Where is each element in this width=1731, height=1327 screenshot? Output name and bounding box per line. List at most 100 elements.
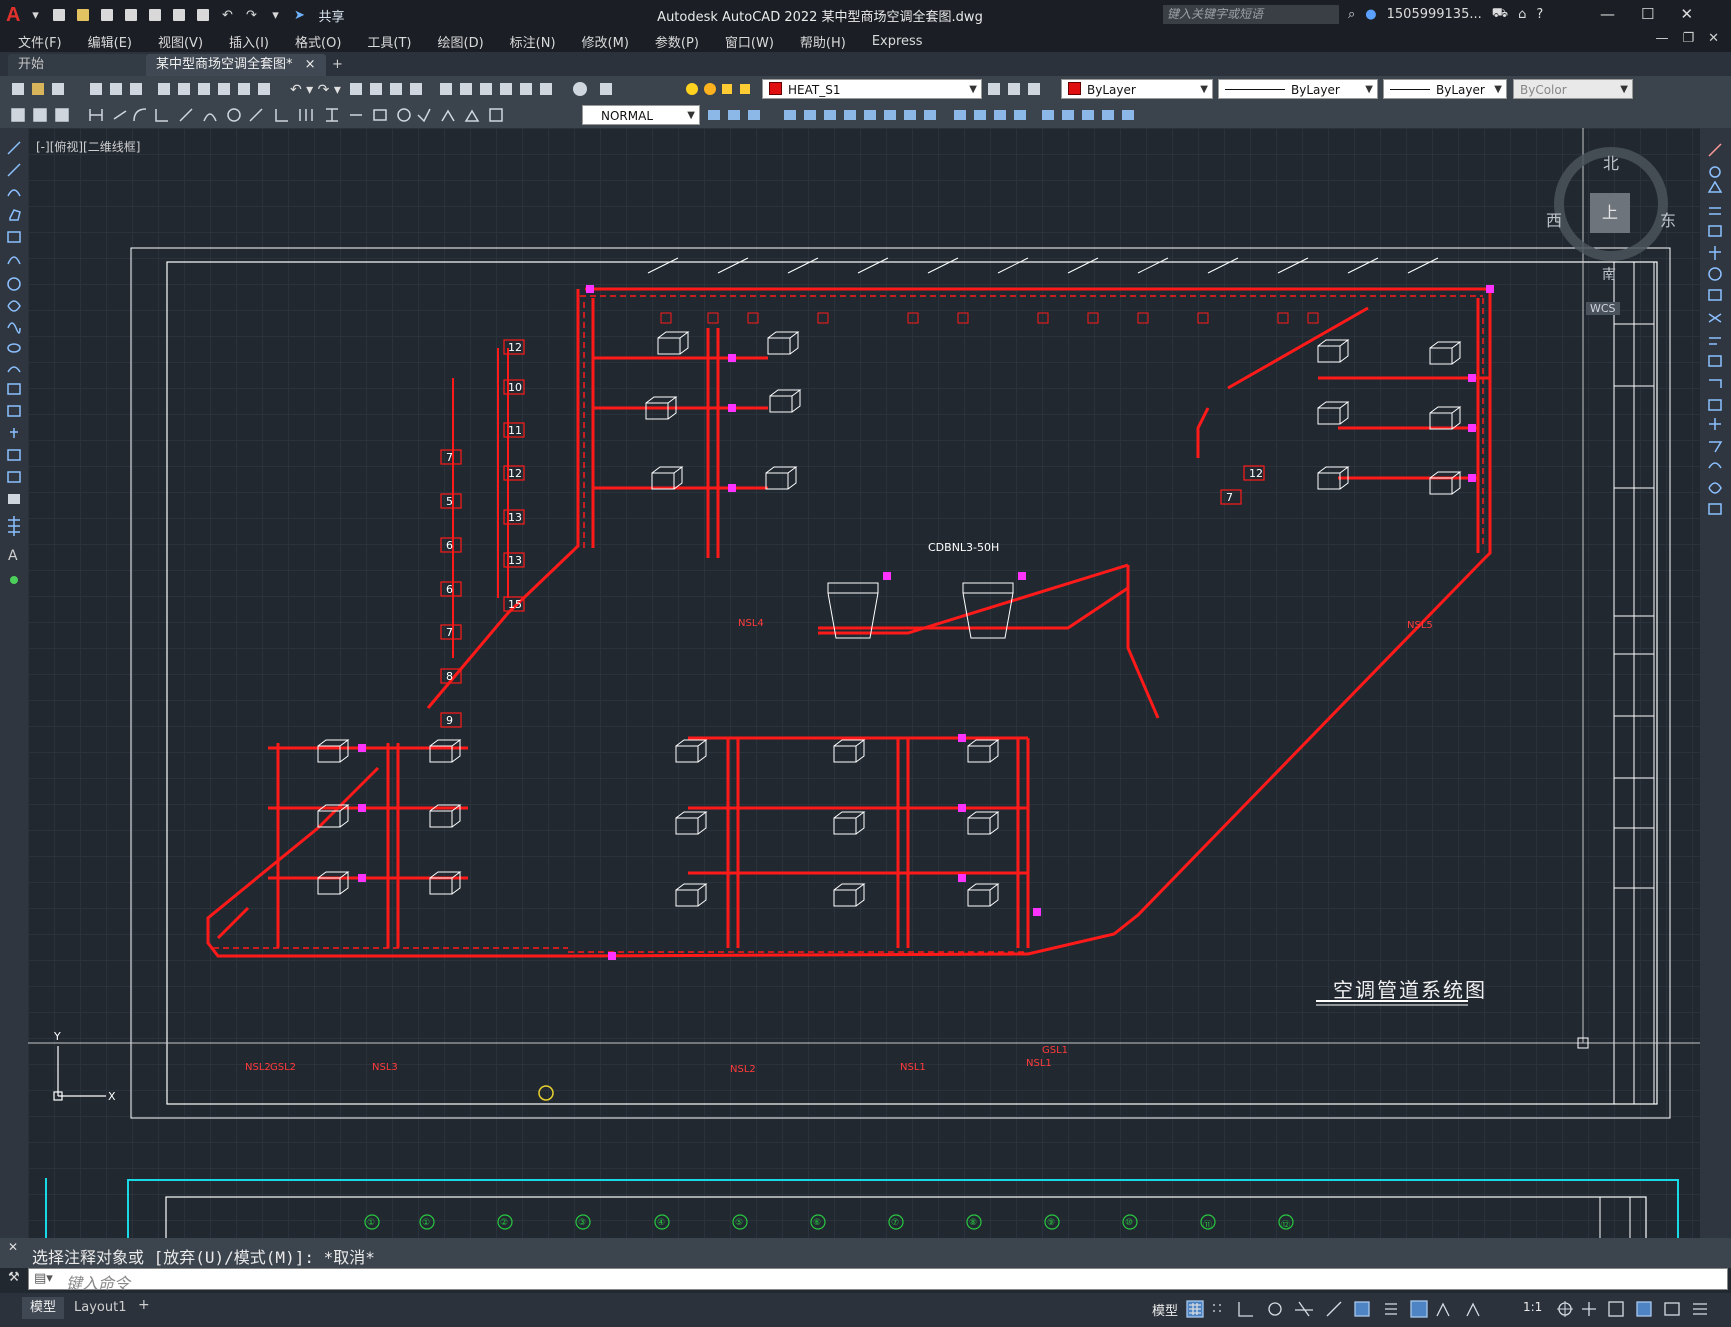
menu-insert[interactable]: 插入(I) xyxy=(229,32,269,51)
riser-label: 7 xyxy=(1226,491,1233,504)
color-value: ByLayer xyxy=(1087,83,1136,97)
chevron-down-icon: ▼ xyxy=(1200,84,1208,95)
dimstyle-value: NORMAL xyxy=(601,109,654,123)
doc-minimize-icon[interactable]: — xyxy=(1655,31,1668,46)
riser-label: 11 xyxy=(508,424,522,437)
add-layout-button[interactable]: + xyxy=(138,1297,150,1313)
pipe-label: NSL3 xyxy=(372,1062,398,1073)
axis-bubble-label: ⑥ xyxy=(813,1218,822,1228)
doc-restore-icon[interactable]: ❐ xyxy=(1682,31,1694,46)
user-name[interactable]: 1505999135... xyxy=(1387,7,1482,22)
riser-label: 6 xyxy=(446,539,453,552)
layout-tab-model[interactable]: 模型 xyxy=(22,1297,65,1319)
menu-dimension[interactable]: 标注(N) xyxy=(510,32,556,51)
chevron-down-icon: ▼ xyxy=(1365,84,1373,95)
layer-dropdown[interactable]: HEAT_S1 ▼ xyxy=(762,79,982,99)
layer-state-icons[interactable] xyxy=(684,81,764,97)
command-close-icon[interactable]: ✕ xyxy=(8,1240,18,1254)
autodesk-account-icon[interactable]: ⌂ xyxy=(1518,7,1526,22)
new-file-icon[interactable] xyxy=(50,7,68,23)
menu-modify[interactable]: 修改(M) xyxy=(582,32,629,51)
pipe-label: NSL1 xyxy=(1026,1058,1052,1069)
undo-icon[interactable]: ↶ xyxy=(218,7,236,23)
redo-icon[interactable]: ↷ xyxy=(242,7,260,23)
app-menu-chevron-icon[interactable]: ▾ xyxy=(26,7,44,23)
help-icon[interactable]: ? xyxy=(1536,7,1543,22)
tab-start[interactable]: 开始 xyxy=(8,54,148,76)
tab-document-label: 某中型商场空调全套图* xyxy=(156,57,293,72)
lineweight-dropdown[interactable]: ByLayer ▼ xyxy=(1383,79,1507,99)
minimize-icon[interactable]: — xyxy=(1600,5,1615,23)
menu-edit[interactable]: 编辑(E) xyxy=(88,32,132,51)
dimstyle-dropdown[interactable]: NORMAL ▼ xyxy=(582,105,700,125)
open-web-icon[interactable] xyxy=(146,7,164,23)
save-as-icon[interactable] xyxy=(122,7,140,23)
doc-close-icon[interactable]: ✕ xyxy=(1708,31,1719,46)
open-file-icon[interactable] xyxy=(74,7,92,23)
pipe-label: NSL1 xyxy=(900,1062,926,1073)
drafting-aids-icons[interactable] xyxy=(1185,1298,1525,1320)
chevron-down-icon: ▼ xyxy=(687,110,695,121)
plot-icon[interactable] xyxy=(194,7,212,23)
next-sheet-title xyxy=(1599,1196,1631,1238)
layout-tab-layout1[interactable]: Layout1 xyxy=(68,1297,132,1319)
command-customize-icon[interactable]: ⚒ xyxy=(8,1270,20,1285)
riser-label: 12 xyxy=(508,467,522,480)
pipe-dashed xyxy=(213,295,1484,953)
search-input[interactable]: 键入关键字或短语 xyxy=(1163,5,1339,24)
wcs-menu[interactable]: WCS xyxy=(1586,302,1620,315)
axis-bubble-label: ⑧ xyxy=(969,1218,978,1228)
viewcube-north[interactable]: 北 xyxy=(1603,150,1619,174)
pipe-label: NSL2 xyxy=(245,1062,271,1073)
layer-tools-icons[interactable] xyxy=(986,81,1046,97)
maximize-icon[interactable]: ☐ xyxy=(1641,5,1654,23)
tab-document[interactable]: 某中型商场空调全套图* × xyxy=(146,54,326,76)
autocad-logo-icon[interactable]: A xyxy=(6,4,20,27)
linetype-dropdown[interactable]: ByLayer ▼ xyxy=(1218,79,1378,99)
search-icon[interactable]: ⌕ xyxy=(1348,7,1355,22)
close-icon[interactable]: ✕ xyxy=(1680,5,1693,23)
viewport-controls-label[interactable]: [-][俯视][二维线框] xyxy=(36,138,140,155)
axis-bubble-label: ⑩ xyxy=(1125,1218,1134,1228)
menu-tools[interactable]: 工具(T) xyxy=(367,32,411,51)
status-right-icons[interactable] xyxy=(1555,1298,1725,1320)
share-icon[interactable]: ➤ xyxy=(290,7,308,23)
command-input[interactable] xyxy=(28,1268,1728,1290)
menu-window[interactable]: 窗口(W) xyxy=(725,32,774,51)
menu-help[interactable]: 帮助(H) xyxy=(800,32,846,51)
menu-file[interactable]: 文件(F) xyxy=(18,32,62,51)
axis-bubble-label: ① xyxy=(367,1218,376,1228)
tab-close-icon[interactable]: × xyxy=(305,57,316,72)
share-label[interactable]: 共享 xyxy=(318,6,344,25)
menu-view[interactable]: 视图(V) xyxy=(158,32,203,51)
recent-commands-icon[interactable]: ▤▾ xyxy=(34,1271,53,1286)
customize-chevron-icon[interactable]: ▾ xyxy=(266,7,284,23)
menu-draw[interactable]: 绘图(D) xyxy=(438,32,484,51)
menu-express[interactable]: Express xyxy=(872,34,923,49)
modify-toolbar-icons[interactable] xyxy=(706,107,1226,123)
save-icon[interactable] xyxy=(98,7,116,23)
model-space-toggle[interactable]: 模型 xyxy=(1152,1300,1178,1319)
menu-parametric[interactable]: 参数(P) xyxy=(655,32,699,51)
riser-label: 12 xyxy=(508,341,522,354)
cooling-tower-label: CDBNL3-50H xyxy=(928,541,1000,554)
viewcube-east[interactable]: 东 xyxy=(1660,207,1676,231)
svg-text:Y: Y xyxy=(53,1030,61,1043)
annotation-scale[interactable]: 1:1 xyxy=(1523,1300,1542,1314)
standard-toolbar-icons[interactable]: ↶ ▾ ↷ ▾ xyxy=(10,81,640,97)
viewcube-west[interactable]: 西 xyxy=(1546,207,1562,231)
cart-icon[interactable]: ⛟ xyxy=(1492,6,1508,23)
command-history-text: 选择注释对象或 [放弃(U)/模式(M)]: *取消* xyxy=(32,1248,375,1267)
axis-bubble-label: ② xyxy=(500,1218,509,1228)
viewcube-south[interactable]: 南 xyxy=(1602,264,1616,284)
save-web-icon[interactable] xyxy=(170,7,188,23)
new-tab-button[interactable]: + xyxy=(322,54,353,76)
modify-palette-icons[interactable] xyxy=(1707,142,1725,542)
viewcube-top-face[interactable]: 上 xyxy=(1590,193,1630,233)
color-dropdown[interactable]: ByLayer ▼ xyxy=(1061,79,1213,99)
menu-format[interactable]: 格式(O) xyxy=(295,32,341,51)
dimension-toolbar-icons[interactable] xyxy=(10,107,580,123)
plotstyle-dropdown[interactable]: ByColor ▼ xyxy=(1513,79,1633,99)
draw-palette-icons[interactable]: A xyxy=(6,140,24,600)
user-icon[interactable]: ● xyxy=(1365,7,1376,22)
